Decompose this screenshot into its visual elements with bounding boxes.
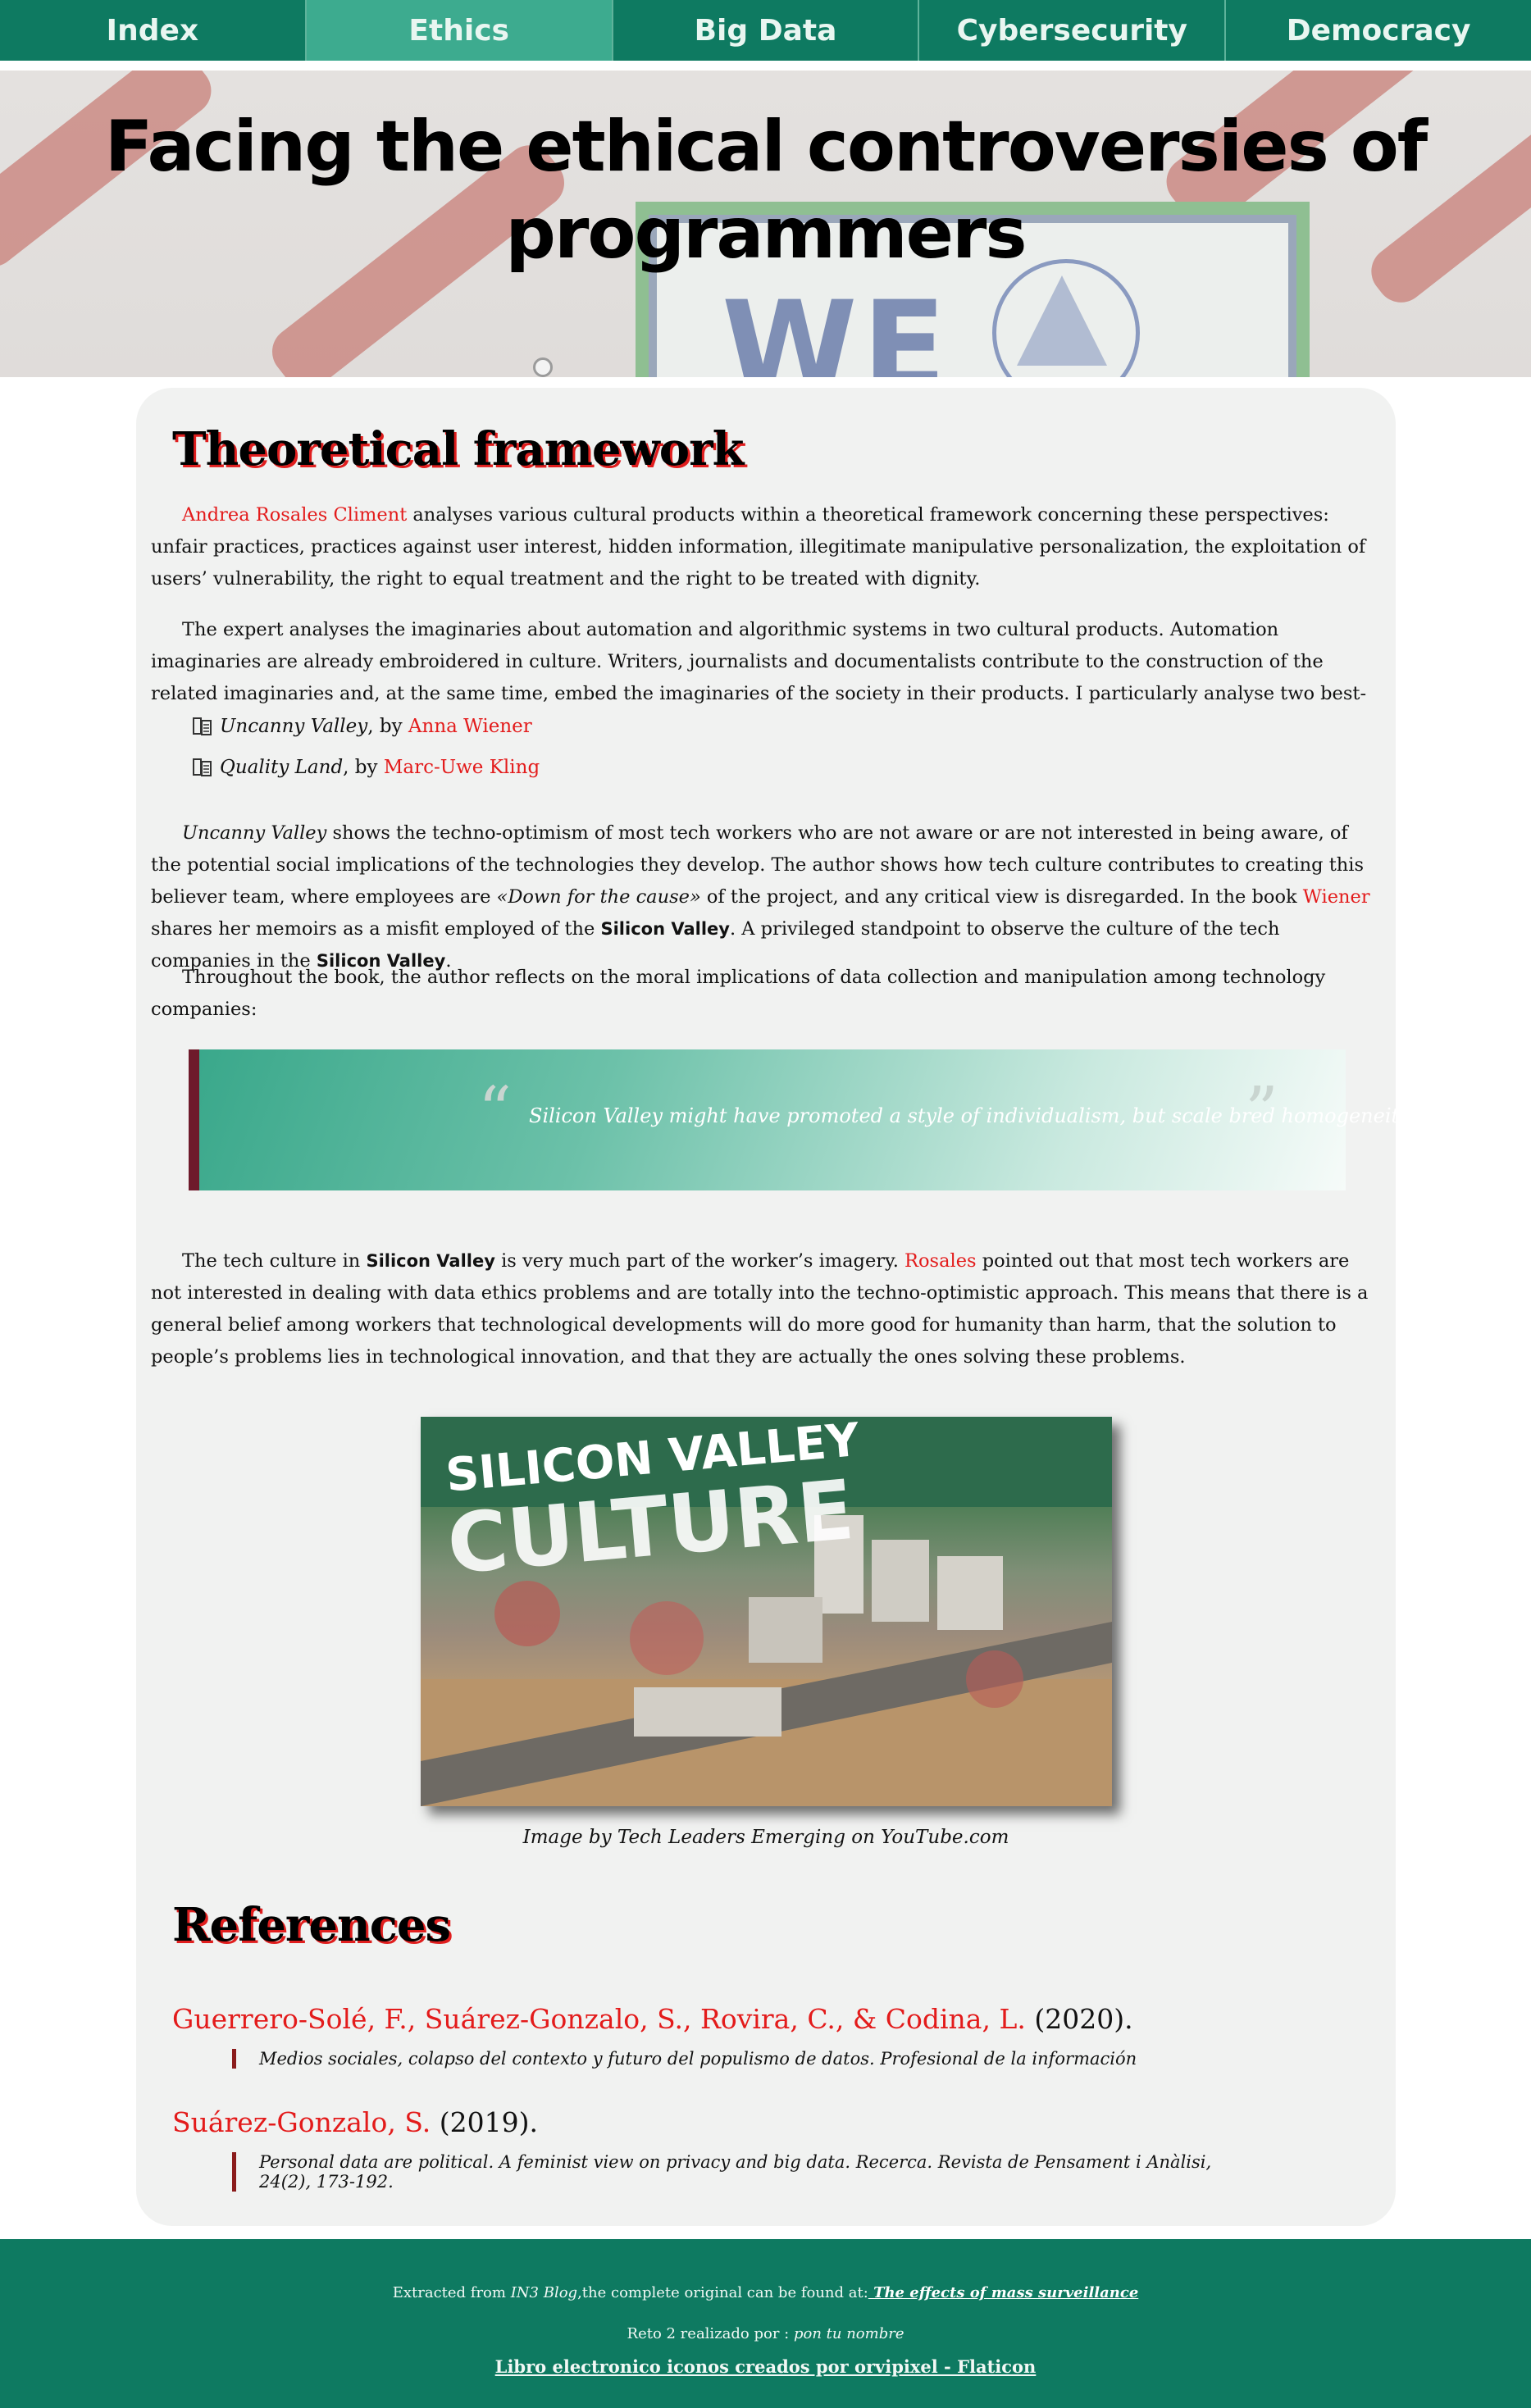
paragraph-uncanny-valley: Uncanny Valley shows the techno-optimism… — [151, 822, 1370, 972]
footer-source-line: Extracted from IN3 Blog,the complete ori… — [392, 2284, 1139, 2301]
icon-credit-link[interactable]: Libro electronico iconos creados por orv… — [0, 2356, 1531, 2377]
author-link-kling[interactable]: Marc-Uwe Kling — [384, 757, 540, 778]
reference-citation: Medios sociales, colapso del contexto y … — [232, 2049, 1251, 2069]
nav-item-democracy[interactable]: Democracy — [1226, 0, 1531, 61]
author-link-wiener[interactable]: Anna Wiener — [408, 716, 532, 737]
footer: Extracted from IN3 Blog,the complete ori… — [0, 2239, 1531, 2408]
content-card: Theoretical framework Andrea Rosales Cli… — [136, 388, 1410, 2226]
section-heading-theory: Theoretical framework — [172, 422, 744, 476]
nav-item-index[interactable]: Index — [0, 0, 307, 61]
book-list-item: Uncanny Valley, by Anna Wiener — [192, 716, 532, 737]
silicon-valley-image: SILICON VALLEY CULTURE — [421, 1417, 1112, 1806]
nav-item-cybersecurity[interactable]: Cybersecurity — [919, 0, 1227, 61]
close-quote-icon: ” — [1245, 1072, 1278, 1149]
book-title: Quality Land — [220, 757, 344, 778]
page-title: Facing the ethical controversies of progr… — [104, 106, 1428, 275]
reference-authors-link[interactable]: Guerrero-Solé, F., Suárez-Gonzalo, S., R… — [172, 2003, 1026, 2035]
paragraph-tech-culture: The tech culture in Silicon Valley is ve… — [151, 1250, 1369, 1368]
book-icon — [192, 757, 213, 778]
blockquote: “ Silicon Valley might have promoted a s… — [189, 1049, 1410, 1190]
reference-citation: Personal data are political. A feminist … — [232, 2152, 1251, 2192]
original-article-link[interactable]: The effects of mass surveillance — [868, 2284, 1138, 2301]
nav-item-ethics[interactable]: Ethics — [306, 0, 613, 61]
reference-authors-link[interactable]: Suárez-Gonzalo, S. — [172, 2106, 431, 2138]
screw-icon — [533, 357, 553, 377]
section-heading-references: References — [172, 1898, 451, 1952]
paragraph-imaginaries: The expert analyses the imaginaries abou… — [151, 619, 1367, 704]
author-link-rosales[interactable]: Andrea Rosales Climent — [182, 504, 407, 526]
paragraph-intro: Andrea Rosales Climent analyses various … — [151, 504, 1366, 589]
author-link-wiener[interactable]: Wiener — [1303, 886, 1370, 908]
top-navigation: Index Ethics Big Data Cybersecurity Demo… — [0, 0, 1531, 61]
paragraph-moral-implications: Throughout the book, the author reflects… — [151, 967, 1326, 1020]
book-list-item: Quality Land, by Marc-Uwe Kling — [192, 757, 540, 778]
footer-author-line: Reto 2 realizado por : pon tu nombre — [627, 2325, 904, 2342]
hero-banner: WE Facing the ethical controversies of pr… — [0, 71, 1531, 377]
reference-title: Suárez-Gonzalo, S. (2019). — [172, 2106, 538, 2138]
reference-title: Guerrero-Solé, F., Suárez-Gonzalo, S., R… — [172, 2003, 1133, 2035]
open-quote-icon: “ — [478, 1072, 512, 1149]
book-title: Uncanny Valley — [220, 716, 368, 737]
hero-sign-text: WE — [722, 275, 951, 377]
image-caption: Image by Tech Leaders Emerging on YouTub… — [522, 1827, 1009, 1848]
author-link-rosales[interactable]: Rosales — [904, 1250, 977, 1272]
book-icon — [192, 716, 213, 737]
nav-item-big-data[interactable]: Big Data — [613, 0, 920, 61]
